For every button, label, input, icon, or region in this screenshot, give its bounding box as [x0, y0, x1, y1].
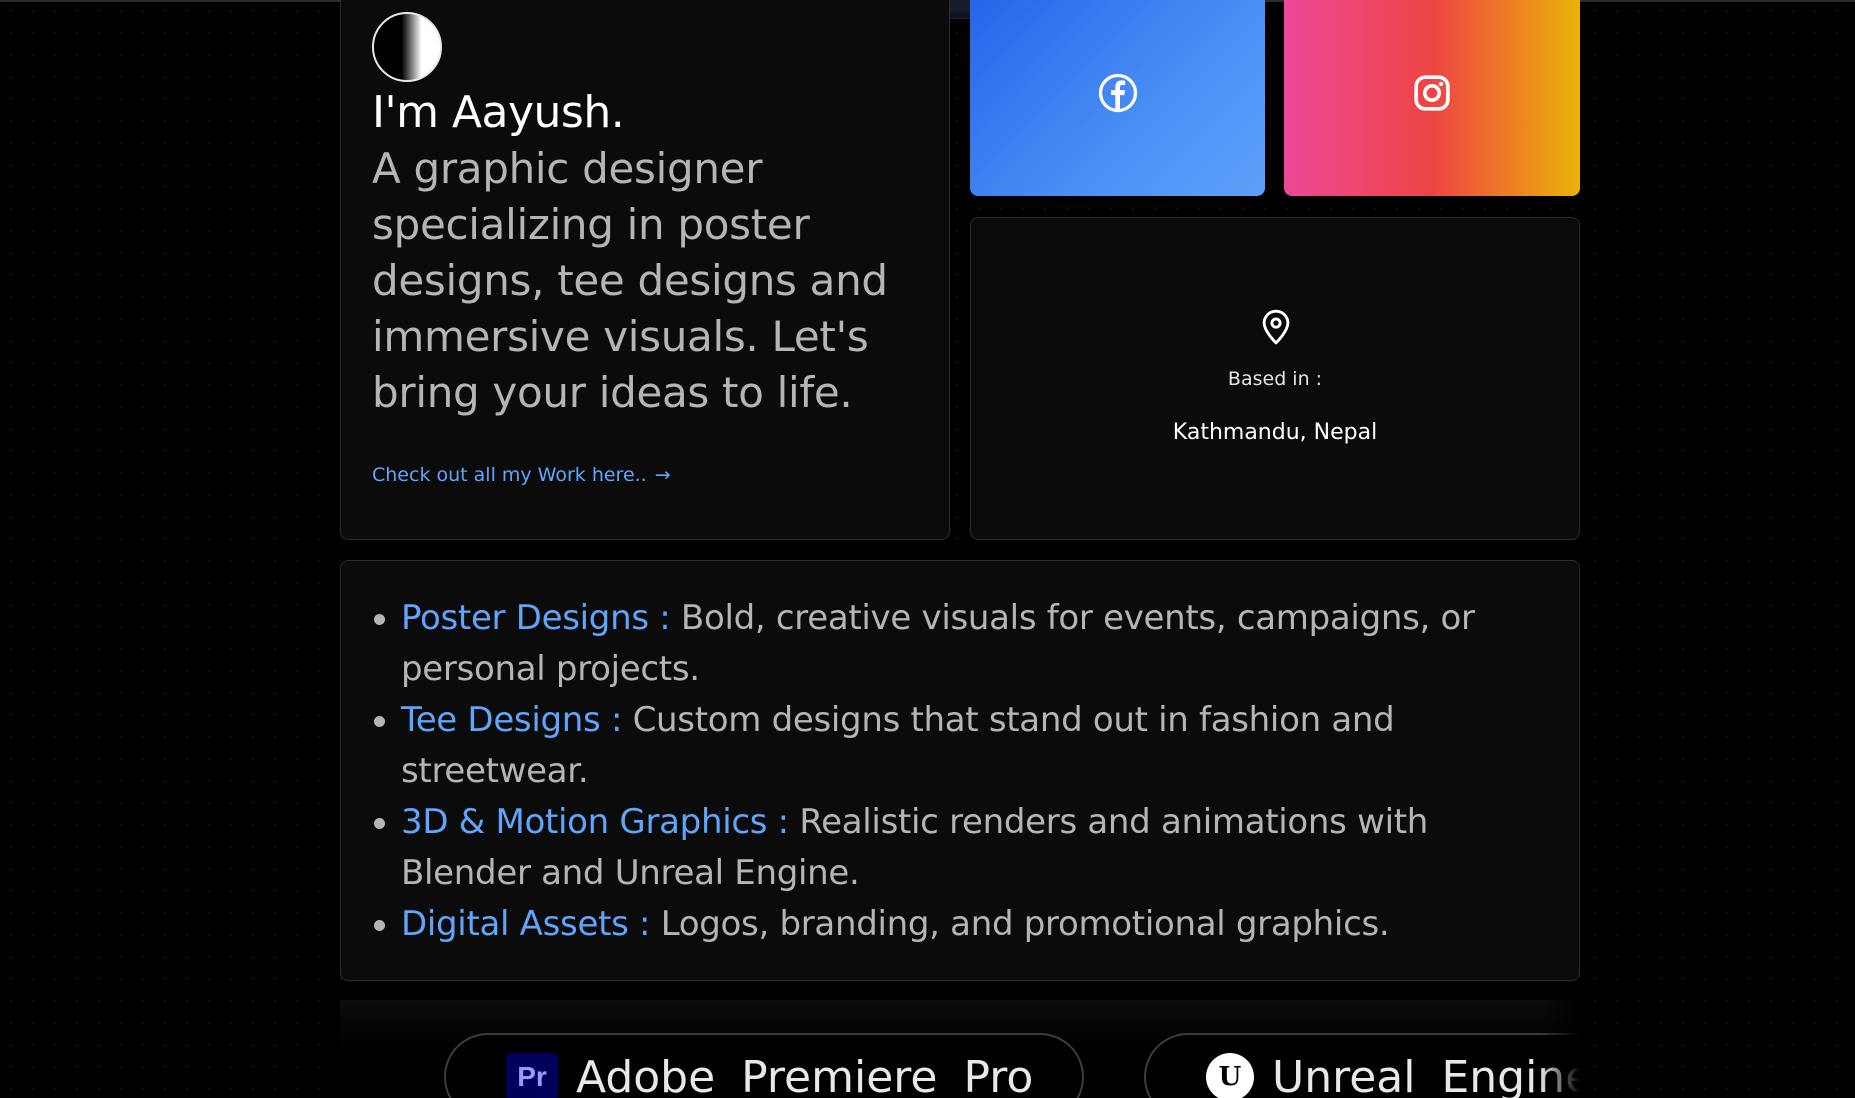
arrow-right-icon: →: [654, 464, 671, 486]
intro-card: I'm Aayush. A graphic designer specializ…: [340, 0, 950, 540]
location-card: Based in : Kathmandu, Nepal: [970, 217, 1580, 540]
service-name: Digital Assets :: [401, 904, 651, 944]
bullet: [374, 920, 385, 931]
service-name: 3D & Motion Graphics :: [401, 802, 789, 842]
service-item-poster: Poster Designs : Bold, creative visuals …: [371, 593, 1551, 695]
intro-description: A graphic designer specializing in poste…: [372, 144, 888, 417]
service-description: Logos, branding, and promotional graphic…: [650, 904, 1390, 944]
facebook-icon: [1098, 73, 1137, 113]
marquee-fade: [1540, 1000, 1580, 1098]
tool-pill-unreal[interactable]: U Unreal Engine: [1144, 1033, 1580, 1098]
tool-label: Unreal Engine: [1272, 1051, 1580, 1098]
instagram-button[interactable]: [1284, 0, 1580, 196]
service-name: Tee Designs :: [401, 700, 623, 740]
intro-title: I'm Aayush.: [372, 87, 625, 138]
work-link-label: Check out all my Work here..: [372, 464, 647, 486]
location-city: Kathmandu, Nepal: [1172, 420, 1378, 445]
avatar: [372, 12, 442, 82]
tool-pill-premiere[interactable]: Pr Adobe Premiere Pro: [444, 1033, 1084, 1098]
service-item-digital-assets: Digital Assets : Logos, branding, and pr…: [371, 899, 1551, 950]
tools-marquee: Pr Adobe Premiere Pro U Unreal Engine: [340, 1000, 1580, 1098]
service-item-3d-motion: 3D & Motion Graphics : Realistic renders…: [371, 797, 1551, 899]
work-link[interactable]: Check out all my Work here.. →: [372, 464, 671, 486]
bullet: [374, 614, 385, 625]
services-card: Poster Designs : Bold, creative visuals …: [340, 560, 1580, 981]
service-name: Poster Designs :: [401, 598, 671, 638]
services-list: Poster Designs : Bold, creative visuals …: [371, 593, 1551, 950]
map-pin-icon: [1262, 309, 1290, 345]
instagram-icon: [1414, 75, 1450, 111]
based-in-label: Based in :: [1227, 368, 1323, 390]
premiere-pro-icon: Pr: [506, 1053, 558, 1098]
bullet: [374, 716, 385, 727]
bullet: [374, 818, 385, 829]
facebook-button[interactable]: [970, 0, 1265, 196]
tool-label: Adobe Premiere Pro: [576, 1051, 1034, 1098]
service-item-tee: Tee Designs : Custom designs that stand …: [371, 695, 1551, 797]
unreal-engine-icon: U: [1206, 1053, 1254, 1098]
